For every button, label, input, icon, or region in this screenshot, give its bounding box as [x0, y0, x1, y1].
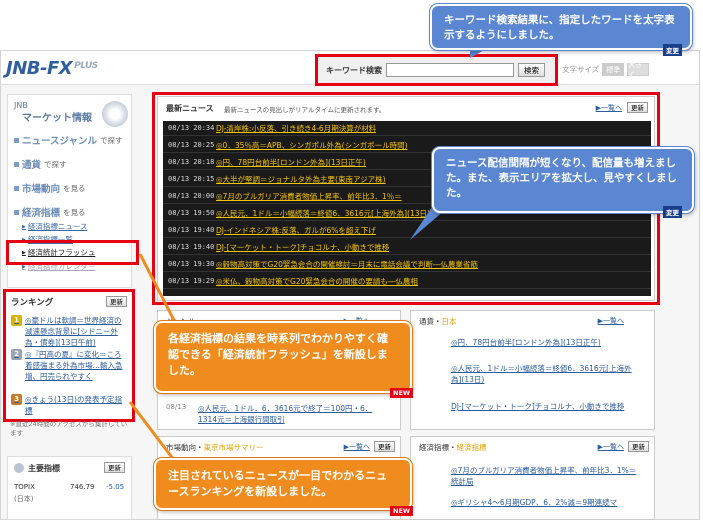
news-change-badge: 変更 — [663, 206, 682, 218]
news-callout: ニュース配信間隔が短くなり、配信量も増えました。また、表示エリアを拡大し、見やす… — [432, 147, 694, 213]
search-change-badge: 変更 — [663, 44, 682, 56]
search-callout: キーワード検索結果に、指定したワードを太字表示するようにしました。 — [430, 4, 692, 50]
flash-callout: 各経済指標の結果を時系列でわかりやすく確認できる「経済統計フラッシュ」を新設しま… — [154, 321, 412, 393]
flash-new-badge: NEW — [390, 388, 414, 398]
ranking-callout: 注目されているニュースが一目でわかるニュースランキングを新設しました。 — [154, 458, 412, 510]
callout-connectors — [128, 30, 520, 469]
ranking-new-badge: NEW — [390, 506, 414, 516]
